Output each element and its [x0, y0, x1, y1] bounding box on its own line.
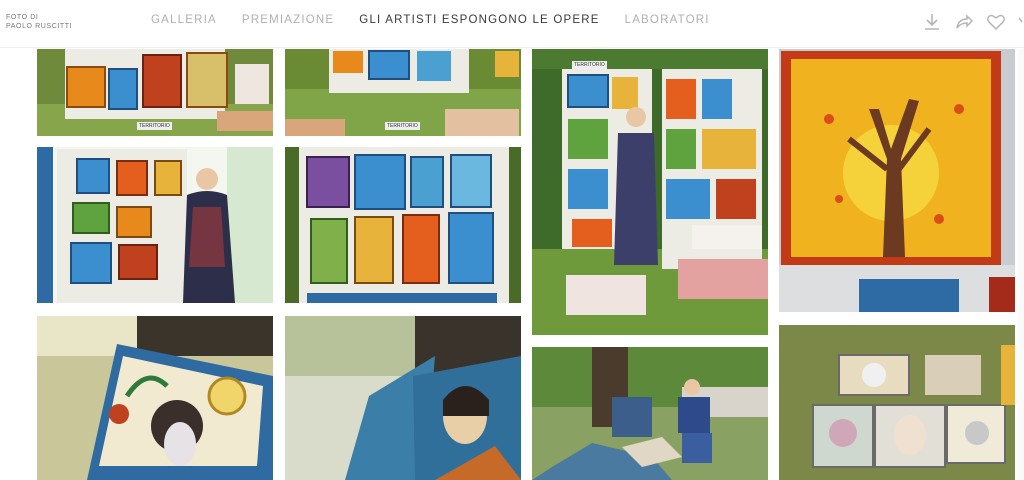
more-icon[interactable]: [1018, 12, 1024, 32]
action-icons: [922, 12, 1024, 32]
share-icon[interactable]: [954, 12, 974, 32]
photo-gallery: TERRITORIO TERRITORIO TERRITORIO: [0, 49, 1024, 480]
photo-artist-woman-stand[interactable]: TERRITORIO: [532, 49, 768, 335]
brand-line-1: Foto di: [6, 14, 39, 21]
brand-logo[interactable]: Foto di Paolo Ruscitti: [6, 13, 72, 31]
photo-man-sitting-with-paintings[interactable]: [532, 347, 768, 480]
top-bar: Foto di Paolo Ruscitti GALLERIA PREMIAZI…: [0, 0, 1024, 48]
brand-line-2: Paolo Ruscitti: [6, 23, 73, 30]
photo-portrait-painting-under-tree[interactable]: [37, 316, 273, 480]
photo-woman-portrait-paintings[interactable]: [285, 316, 521, 480]
photo-artist-woman-with-paintings[interactable]: [37, 147, 273, 303]
nav-premiazione[interactable]: PREMIAZIONE: [242, 14, 334, 26]
territorio-sign-3: TERRITORIO: [572, 61, 607, 69]
download-icon[interactable]: [922, 12, 942, 32]
nav-artisti-espongono[interactable]: GLI ARTISTI ESPONGONO LE OPERE: [359, 14, 599, 26]
photo-pegboard-paintings[interactable]: TERRITORIO: [37, 49, 273, 136]
photo-women-portraits-on-grass[interactable]: [779, 325, 1015, 480]
nav-laboratori[interactable]: LABORATORI: [625, 14, 710, 26]
scrollbar[interactable]: [1018, 49, 1024, 480]
main-nav: GALLERIA PREMIAZIONE GLI ARTISTI ESPONGO…: [151, 14, 710, 26]
heart-icon[interactable]: [986, 12, 1006, 32]
territorio-sign: TERRITORIO: [137, 122, 172, 130]
photo-pegboard-stand[interactable]: TERRITORIO: [285, 49, 521, 136]
nav-galleria[interactable]: GALLERIA: [151, 14, 217, 26]
photo-tree-sun-painting[interactable]: [779, 49, 1015, 312]
photo-tree-paintings-board[interactable]: [285, 147, 521, 303]
territorio-sign-2: TERRITORIO: [385, 122, 420, 130]
